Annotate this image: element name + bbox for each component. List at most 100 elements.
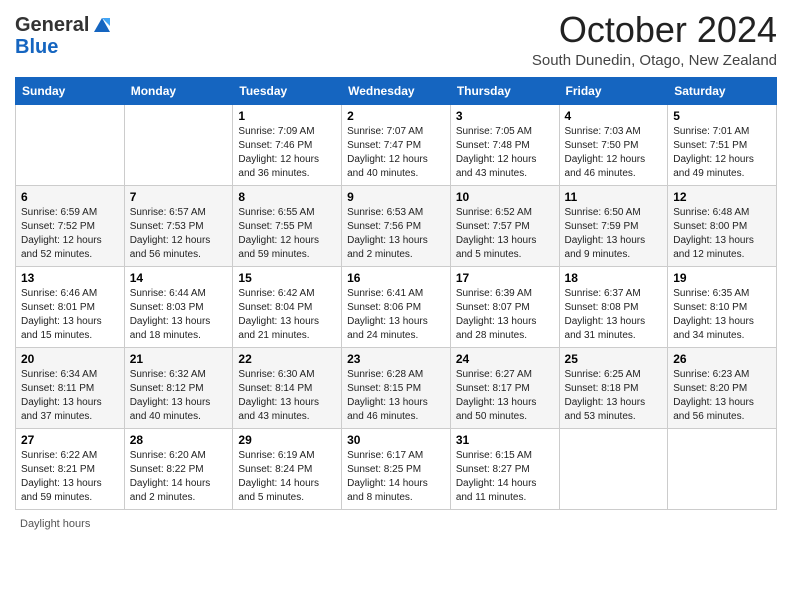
calendar-week-2: 6 Sunrise: 6:59 AM Sunset: 7:52 PM Daylig… <box>16 185 777 266</box>
calendar-cell <box>16 104 125 185</box>
day-info: Sunrise: 6:25 AM Sunset: 8:18 PM Dayligh… <box>565 368 663 424</box>
calendar-cell: 19 Sunrise: 6:35 AM Sunset: 8:10 PM Dayli… <box>668 266 777 347</box>
day-info: Sunrise: 6:48 AM Sunset: 8:00 PM Dayligh… <box>673 206 771 262</box>
calendar-cell: 22Sunrise: 6:30 AM Sunset: 8:14 PM Dayli… <box>233 347 342 428</box>
day-number: 8 <box>238 190 336 204</box>
day-info: Sunrise: 6:34 AM Sunset: 8:11 PM Dayligh… <box>21 368 119 424</box>
day-info: Sunrise: 6:52 AM Sunset: 7:57 PM Dayligh… <box>456 206 554 262</box>
calendar-cell: 27 Sunrise: 6:22 AM Sunset: 8:21 PM Dayli… <box>16 428 125 509</box>
day-info: Sunrise: 6:53 AM Sunset: 7:56 PM Dayligh… <box>347 206 445 262</box>
day-number: 29 <box>238 433 336 447</box>
day-number: 18 <box>565 271 663 285</box>
day-number: 16 <box>347 271 445 285</box>
calendar-cell: 30 Sunrise: 6:17 AM Sunset: 8:25 PM Dayli… <box>342 428 451 509</box>
day-number: 14 <box>130 271 228 285</box>
day-number: 10 <box>456 190 554 204</box>
day-info: Sunrise: 6:50 AM Sunset: 7:59 PM Dayligh… <box>565 206 663 262</box>
calendar-week-1: 1 Sunrise: 7:09 AM Sunset: 7:46 PM Daylig… <box>16 104 777 185</box>
day-number: 1 <box>238 109 336 123</box>
calendar-cell: 21Sunrise: 6:32 AM Sunset: 8:12 PM Dayli… <box>124 347 233 428</box>
calendar-cell: 5Sunrise: 7:01 AM Sunset: 7:51 PM Daylig… <box>668 104 777 185</box>
calendar-cell <box>668 428 777 509</box>
calendar-cell: 4 Sunrise: 7:03 AM Sunset: 7:50 PM Daylig… <box>559 104 668 185</box>
calendar-cell: 7 Sunrise: 6:57 AM Sunset: 7:53 PM Daylig… <box>124 185 233 266</box>
weekday-header-tuesday: Tuesday <box>233 77 342 104</box>
weekday-header-monday: Monday <box>124 77 233 104</box>
day-info: Sunrise: 6:44 AM Sunset: 8:03 PM Dayligh… <box>130 287 228 343</box>
calendar-cell: 18Sunrise: 6:37 AM Sunset: 8:08 PM Dayli… <box>559 266 668 347</box>
calendar-cell: 11 Sunrise: 6:50 AM Sunset: 7:59 PM Dayli… <box>559 185 668 266</box>
calendar-week-3: 13 Sunrise: 6:46 AM Sunset: 8:01 PM Dayli… <box>16 266 777 347</box>
footer-note: Daylight hours <box>15 518 777 530</box>
calendar-cell: 16Sunrise: 6:41 AM Sunset: 8:06 PM Dayli… <box>342 266 451 347</box>
logo-general-text: General <box>15 14 89 36</box>
day-info: Sunrise: 6:27 AM Sunset: 8:17 PM Dayligh… <box>456 368 554 424</box>
day-info: Sunrise: 7:09 AM Sunset: 7:46 PM Dayligh… <box>238 125 336 181</box>
day-number: 25 <box>565 352 663 366</box>
calendar-cell: 31Sunrise: 6:15 AM Sunset: 8:27 PM Dayli… <box>450 428 559 509</box>
day-number: 28 <box>130 433 228 447</box>
calendar-cell: 25 Sunrise: 6:25 AM Sunset: 8:18 PM Dayli… <box>559 347 668 428</box>
day-info: Sunrise: 6:39 AM Sunset: 8:07 PM Dayligh… <box>456 287 554 343</box>
day-number: 22 <box>238 352 336 366</box>
calendar-cell: 20Sunrise: 6:34 AM Sunset: 8:11 PM Dayli… <box>16 347 125 428</box>
day-info: Sunrise: 6:59 AM Sunset: 7:52 PM Dayligh… <box>21 206 119 262</box>
weekday-header-sunday: Sunday <box>16 77 125 104</box>
day-info: Sunrise: 6:15 AM Sunset: 8:27 PM Dayligh… <box>456 449 554 505</box>
calendar-cell: 1 Sunrise: 7:09 AM Sunset: 7:46 PM Daylig… <box>233 104 342 185</box>
day-info: Sunrise: 6:35 AM Sunset: 8:10 PM Dayligh… <box>673 287 771 343</box>
day-number: 13 <box>21 271 119 285</box>
calendar-cell <box>124 104 233 185</box>
day-info: Sunrise: 6:19 AM Sunset: 8:24 PM Dayligh… <box>238 449 336 505</box>
day-number: 23 <box>347 352 445 366</box>
location-title: South Dunedin, Otago, New Zealand <box>532 52 777 69</box>
calendar-cell: 23 Sunrise: 6:28 AM Sunset: 8:15 PM Dayli… <box>342 347 451 428</box>
calendar-cell: 13 Sunrise: 6:46 AM Sunset: 8:01 PM Dayli… <box>16 266 125 347</box>
day-info: Sunrise: 6:17 AM Sunset: 8:25 PM Dayligh… <box>347 449 445 505</box>
day-number: 5 <box>673 109 771 123</box>
calendar-cell: 29 Sunrise: 6:19 AM Sunset: 8:24 PM Dayli… <box>233 428 342 509</box>
day-number: 15 <box>238 271 336 285</box>
calendar-cell: 3 Sunrise: 7:05 AM Sunset: 7:48 PM Daylig… <box>450 104 559 185</box>
day-number: 7 <box>130 190 228 204</box>
day-number: 11 <box>565 190 663 204</box>
calendar-cell: 17 Sunrise: 6:39 AM Sunset: 8:07 PM Dayli… <box>450 266 559 347</box>
day-number: 12 <box>673 190 771 204</box>
day-info: Sunrise: 6:55 AM Sunset: 7:55 PM Dayligh… <box>238 206 336 262</box>
calendar-cell: 15 Sunrise: 6:42 AM Sunset: 8:04 PM Dayli… <box>233 266 342 347</box>
calendar-cell: 10 Sunrise: 6:52 AM Sunset: 7:57 PM Dayli… <box>450 185 559 266</box>
calendar-week-4: 20Sunrise: 6:34 AM Sunset: 8:11 PM Dayli… <box>16 347 777 428</box>
title-block: October 2024 South Dunedin, Otago, New Z… <box>532 10 777 69</box>
day-number: 21 <box>130 352 228 366</box>
calendar-week-5: 27 Sunrise: 6:22 AM Sunset: 8:21 PM Dayli… <box>16 428 777 509</box>
day-info: Sunrise: 7:05 AM Sunset: 7:48 PM Dayligh… <box>456 125 554 181</box>
day-info: Sunrise: 6:28 AM Sunset: 8:15 PM Dayligh… <box>347 368 445 424</box>
calendar-cell <box>559 428 668 509</box>
day-number: 6 <box>21 190 119 204</box>
day-info: Sunrise: 6:57 AM Sunset: 7:53 PM Dayligh… <box>130 206 228 262</box>
day-info: Sunrise: 6:46 AM Sunset: 8:01 PM Dayligh… <box>21 287 119 343</box>
day-number: 9 <box>347 190 445 204</box>
weekday-header-saturday: Saturday <box>668 77 777 104</box>
weekday-header-wednesday: Wednesday <box>342 77 451 104</box>
calendar-cell: 24Sunrise: 6:27 AM Sunset: 8:17 PM Dayli… <box>450 347 559 428</box>
weekday-header-thursday: Thursday <box>450 77 559 104</box>
day-number: 2 <box>347 109 445 123</box>
day-number: 3 <box>456 109 554 123</box>
day-info: Sunrise: 7:07 AM Sunset: 7:47 PM Dayligh… <box>347 125 445 181</box>
day-number: 30 <box>347 433 445 447</box>
day-number: 4 <box>565 109 663 123</box>
day-number: 19 <box>673 271 771 285</box>
day-info: Sunrise: 7:03 AM Sunset: 7:50 PM Dayligh… <box>565 125 663 181</box>
logo-blue-text: Blue <box>15 36 113 58</box>
calendar-cell: 14 Sunrise: 6:44 AM Sunset: 8:03 PM Dayli… <box>124 266 233 347</box>
day-number: 17 <box>456 271 554 285</box>
day-info: Sunrise: 6:42 AM Sunset: 8:04 PM Dayligh… <box>238 287 336 343</box>
day-number: 26 <box>673 352 771 366</box>
logo-icon <box>91 14 113 36</box>
day-number: 27 <box>21 433 119 447</box>
calendar-cell: 12 Sunrise: 6:48 AM Sunset: 8:00 PM Dayli… <box>668 185 777 266</box>
day-info: Sunrise: 6:22 AM Sunset: 8:21 PM Dayligh… <box>21 449 119 505</box>
calendar-cell: 9 Sunrise: 6:53 AM Sunset: 7:56 PM Daylig… <box>342 185 451 266</box>
weekday-header-friday: Friday <box>559 77 668 104</box>
